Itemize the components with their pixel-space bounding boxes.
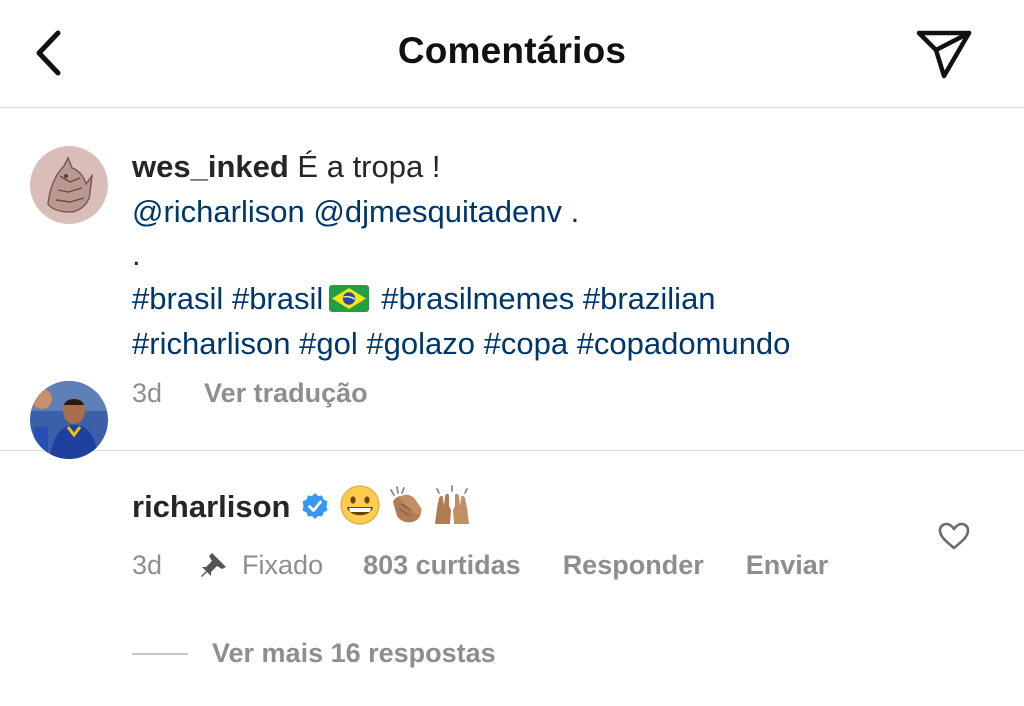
heart-icon [938, 522, 970, 550]
caption: wes_inked É a tropa ! @richarlison @djme… [0, 108, 1024, 451]
view-replies-label: Ver mais 16 respostas [212, 638, 496, 668]
pinned-label: Fixado [242, 549, 324, 580]
caption-username[interactable]: wes_inked [132, 149, 289, 184]
comment-text: richarlison [132, 484, 473, 529]
brazil-flag-icon [329, 285, 370, 312]
clapping-hands-emoji [389, 486, 422, 523]
verified-badge-icon [302, 493, 327, 519]
caption-text: wes_inked É a tropa ! @richarlison @djme… [132, 144, 790, 366]
comment-meta: 3d Fixado 803 curtidas Responder Enviar [132, 549, 828, 581]
reply-button[interactable]: Responder [563, 550, 704, 581]
mention-suffix: . [561, 194, 580, 229]
caption-body: É a tropa ! [288, 149, 441, 184]
avatar[interactable] [30, 381, 108, 459]
send-button[interactable] [912, 26, 976, 82]
hashtag-link[interactable]: #brasilmemes [381, 281, 574, 316]
like-button[interactable] [934, 516, 974, 556]
grinning-face-emoji [339, 485, 380, 525]
replies-divider [132, 652, 188, 655]
likes-count[interactable]: 803 curtidas [363, 550, 521, 581]
comment-username[interactable]: richarlison [132, 489, 291, 524]
hashtag-link[interactable]: #gol [299, 326, 358, 361]
header: Comentários [0, 0, 1024, 108]
avatar[interactable] [30, 146, 108, 224]
page-title: Comentários [397, 30, 627, 71]
caption-meta: 3d Ver tradução [132, 378, 368, 409]
view-replies-button[interactable]: Ver mais 16 respostas [132, 638, 496, 669]
hashtag-link[interactable]: #golazo [366, 326, 475, 361]
avatar-image [30, 146, 108, 224]
translate-link[interactable]: Ver tradução [204, 378, 368, 409]
hashtag-link[interactable]: #copadomundo [577, 326, 791, 361]
pin-icon [201, 553, 227, 577]
hashtag-link[interactable]: #brazilian [583, 281, 716, 316]
hashtag-link[interactable]: #copa [484, 326, 568, 361]
hashtag-link[interactable]: #richarlison [132, 326, 291, 361]
mention-link[interactable]: @djmesquitadenv [313, 194, 562, 229]
raising-hands-emoji [434, 485, 469, 524]
send-reply-button[interactable]: Enviar [746, 550, 829, 581]
caption-time: 3d [132, 378, 163, 408]
dot-separator: . [132, 237, 141, 272]
hashtag-link[interactable]: #brasil [132, 281, 223, 316]
hashtag-link[interactable]: #brasil [232, 281, 323, 316]
mention-link[interactable]: @richarlison [132, 194, 305, 229]
paper-plane-icon [916, 30, 972, 79]
avatar-image [30, 381, 108, 459]
comment-time: 3d [132, 549, 163, 580]
